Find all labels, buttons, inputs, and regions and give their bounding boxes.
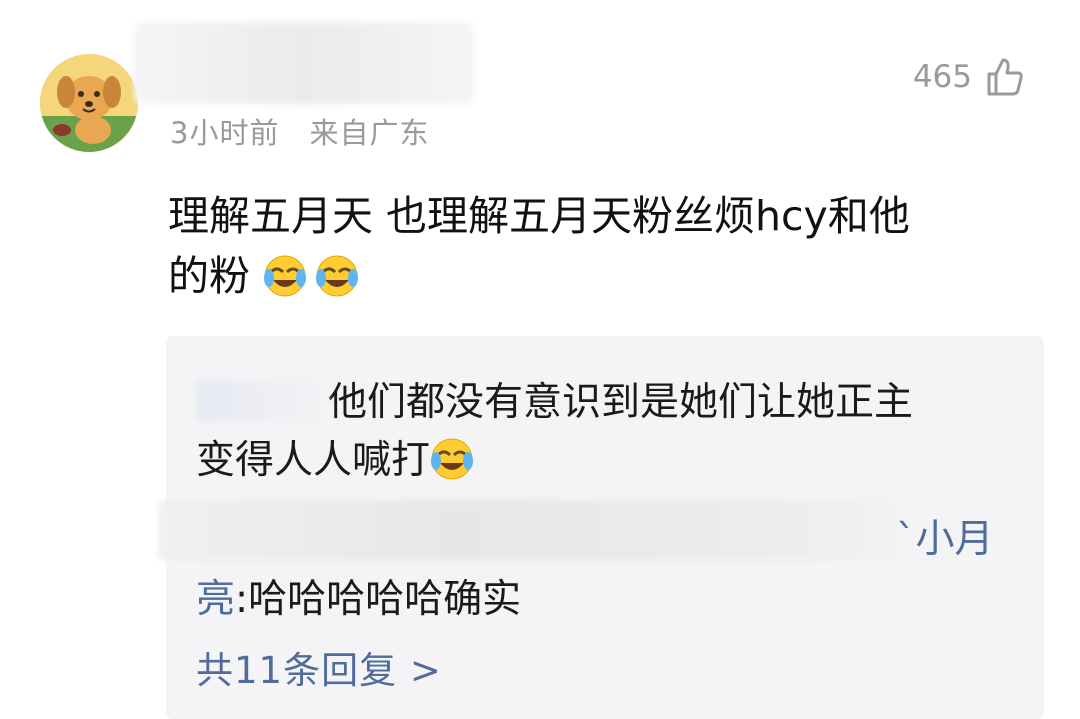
comment-time: 3小时前 — [170, 116, 280, 150]
like-button[interactable]: 465 — [913, 56, 1026, 98]
reply-username-blurred[interactable] — [196, 381, 328, 421]
reply-username-blurred[interactable] — [158, 500, 898, 560]
laugh-cry-emoji-icon — [315, 254, 359, 298]
comment-text-line1: 理解五月天 也理解五月天粉丝烦hcy和他 — [168, 192, 910, 240]
reply-username-tail[interactable]: 亮 — [196, 577, 235, 622]
avatar[interactable] — [40, 54, 138, 152]
view-more-replies-link[interactable]: 共11条回复 > — [196, 640, 442, 694]
laugh-cry-emoji-icon — [263, 254, 307, 298]
thumbs-up-icon — [987, 58, 1023, 96]
reply-username-end[interactable]: `小月 — [896, 508, 994, 564]
comment-body: 理解五月天 也理解五月天粉丝烦hcy和他 的粉 — [168, 186, 1038, 306]
reply-line1: 他们都没有意识到是她们让她正主 — [196, 374, 1006, 432]
reply-line2: 变得人人喊打 — [196, 432, 1006, 490]
comment-location: 来自广东 — [309, 116, 430, 150]
dog-avatar-icon — [40, 54, 138, 152]
reply-text: :哈哈哈哈哈确实 — [235, 577, 522, 622]
username-blurred[interactable] — [134, 22, 474, 104]
reply-item[interactable]: 他们都没有意识到是她们让她正主 变得人人喊打 — [196, 374, 1006, 490]
comment-meta: 3小时前 来自广东 — [170, 110, 429, 152]
reply-item[interactable]: 亮:哈哈哈哈哈确实 — [196, 568, 521, 624]
like-count: 465 — [912, 59, 972, 95]
laugh-cry-emoji-icon — [430, 437, 474, 481]
comment-text-line2: 的粉 — [168, 246, 1038, 306]
